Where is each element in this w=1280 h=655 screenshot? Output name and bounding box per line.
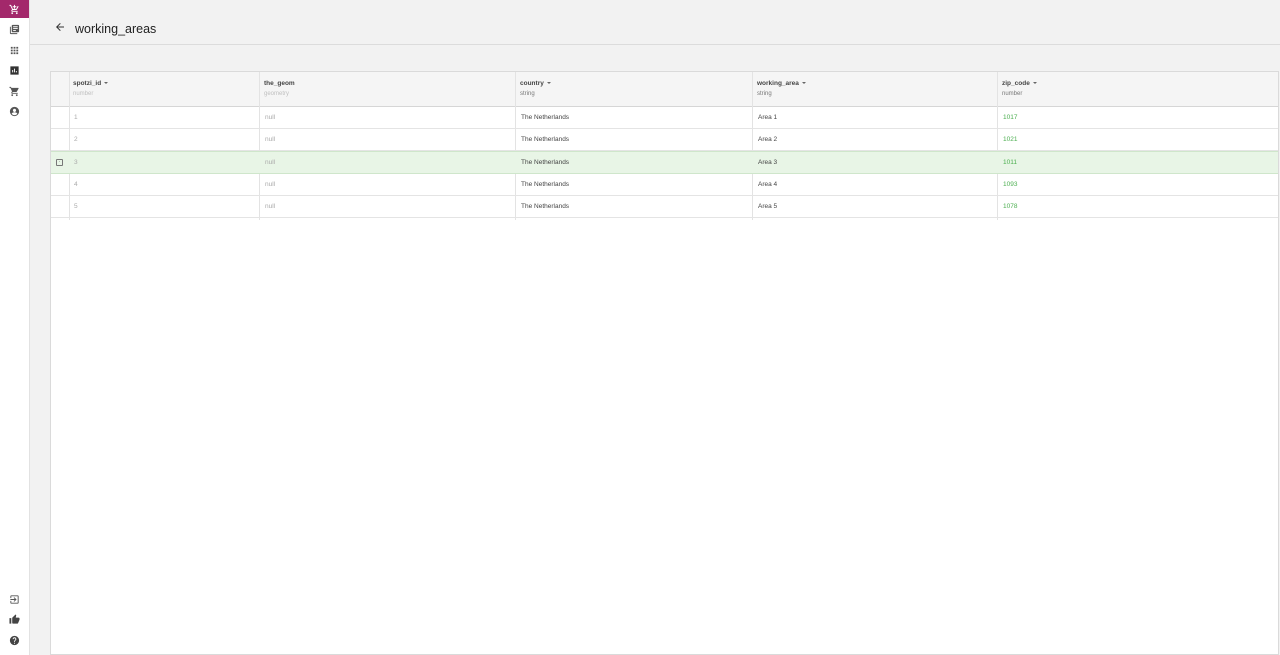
column-header-country[interactable]: country string [520, 79, 551, 98]
cell-country: The Netherlands [521, 181, 570, 188]
cell-spotzi-id: 3 [74, 159, 78, 166]
cell-working-area: Area 3 [758, 159, 778, 166]
cell-country: The Netherlands [521, 203, 570, 210]
help-icon [9, 635, 20, 646]
row-expand-checkbox[interactable]: · [56, 159, 63, 166]
column-type: geometry [264, 91, 290, 97]
sidebar-item-help[interactable] [0, 630, 29, 650]
column-name: the_geom [264, 80, 295, 87]
column-type: number [73, 91, 94, 97]
arrow-back-icon [54, 20, 66, 38]
cell-country: The Netherlands [521, 159, 570, 166]
sidebar-item-feedback[interactable] [0, 609, 29, 629]
cell-the-geom: null [265, 114, 276, 121]
cart-icon [9, 4, 20, 15]
cart-outline-icon [9, 86, 20, 97]
back-button[interactable] [52, 21, 68, 37]
cell-working-area: Area 5 [758, 203, 778, 210]
column-type: number [1002, 91, 1023, 97]
sidebar-item-cart[interactable] [0, 0, 29, 18]
cell-spotzi-id: 2 [74, 136, 78, 143]
cell-the-geom: null [265, 159, 276, 166]
cell-zip-code: 1078 [1003, 203, 1018, 210]
sidebar-item-account[interactable] [0, 101, 29, 121]
sidebar-item-maps[interactable] [0, 19, 29, 39]
sidebar-item-logout[interactable] [0, 589, 29, 609]
table-row-selected[interactable]: · 3 null The Netherlands Area 3 1011 [51, 151, 1278, 174]
page-header: working_areas [30, 0, 1280, 45]
cell-zip-code: 1093 [1003, 181, 1018, 188]
column-name: zip_code [1002, 80, 1030, 87]
column-name: working_area [757, 80, 799, 87]
table-row[interactable]: 5 null The Netherlands Area 5 1078 [51, 196, 1278, 218]
apps-grid-icon [9, 45, 20, 56]
column-name: spotzi_id [73, 80, 102, 87]
sidebar-item-apps[interactable] [0, 40, 29, 60]
maps-icon [9, 24, 20, 35]
cell-the-geom: null [265, 203, 276, 210]
cell-zip-code: 1021 [1003, 136, 1018, 143]
table-header: spotzi_id number the_geom geometry count… [51, 72, 1278, 107]
sidebar-item-datasets[interactable] [0, 60, 29, 80]
column-type: string [520, 91, 535, 97]
cell-zip-code: 1011 [1003, 159, 1017, 166]
table-row[interactable]: 4 null The Netherlands Area 4 1093 [51, 174, 1278, 196]
logout-icon [9, 594, 20, 605]
cell-the-geom: null [265, 136, 276, 143]
column-header-zip-code[interactable]: zip_code number [1002, 79, 1037, 98]
table-row[interactable]: 1 null The Netherlands Area 1 1017 [51, 107, 1278, 129]
column-header-working-area[interactable]: working_area string [757, 79, 806, 98]
account-icon [9, 106, 20, 117]
column-name: country [520, 80, 544, 87]
cell-spotzi-id: 5 [74, 203, 78, 210]
column-header-spotzi-id[interactable]: spotzi_id number [73, 79, 109, 98]
cell-working-area: Area 2 [758, 136, 778, 143]
cell-spotzi-id: 1 [74, 114, 78, 121]
sidebar [0, 0, 30, 655]
cell-country: The Netherlands [521, 114, 570, 121]
cell-working-area: Area 1 [758, 114, 778, 121]
data-table: spotzi_id number the_geom geometry count… [50, 71, 1279, 655]
sort-caret-icon[interactable] [546, 82, 551, 85]
cell-working-area: Area 4 [758, 181, 778, 188]
column-header-the-geom[interactable]: the_geom geometry [264, 79, 295, 98]
sort-caret-icon[interactable] [104, 82, 109, 85]
cell-the-geom: null [265, 181, 276, 188]
column-type: string [757, 91, 772, 97]
thumbs-up-icon [9, 613, 20, 625]
cell-country: The Netherlands [521, 136, 570, 143]
cell-zip-code: 1017 [1003, 114, 1018, 121]
dataset-icon [9, 65, 20, 76]
sidebar-item-orders[interactable] [0, 81, 29, 101]
table-row[interactable]: 2 null The Netherlands Area 2 1021 [51, 129, 1278, 151]
sort-caret-icon[interactable] [1032, 82, 1037, 85]
sort-caret-icon[interactable] [801, 82, 806, 85]
page-title: working_areas [75, 22, 157, 36]
cell-spotzi-id: 4 [74, 181, 78, 188]
